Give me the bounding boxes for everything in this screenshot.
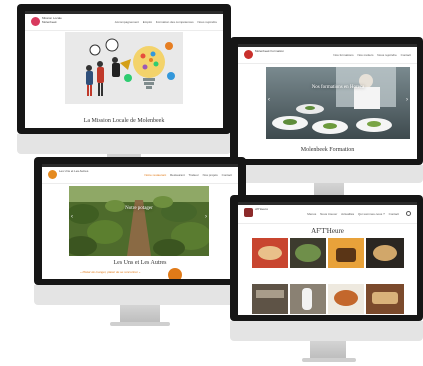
site-logo-text: Af't'Heure	[255, 207, 268, 211]
slider-next-icon[interactable]: ›	[406, 97, 408, 103]
menu-item[interactable]: Restaurant	[170, 173, 185, 177]
hero-illustration	[65, 32, 183, 104]
site-header: Af't'Heure Menus Nous trouver Actualités…	[238, 205, 417, 224]
hero-caption: Les Uns et Les Autres	[113, 260, 167, 266]
hero-slider: Notre potager ‹ ›	[69, 186, 209, 256]
menu-item[interactable]: Nous rejoindre	[377, 53, 397, 57]
menu-item[interactable]: Contact	[222, 173, 232, 177]
menu-item[interactable]: Nous trouver	[320, 212, 337, 216]
decorative-orange-circle-icon	[168, 268, 182, 279]
site-header: Molenbeek Formation Nos formations Nos m…	[238, 47, 417, 64]
slider-prev-icon[interactable]: ‹	[268, 97, 270, 103]
site-header: Mission Locale Molenbeek Accompagnement …	[25, 14, 223, 31]
monitor-chin	[230, 165, 423, 183]
menu-item[interactable]: Contact	[389, 212, 399, 216]
gallery-photo[interactable]	[290, 238, 326, 268]
site-logo-icon[interactable]	[244, 50, 253, 59]
menu-item[interactable]: Contact	[401, 53, 411, 57]
monitor-stand-foot	[110, 322, 170, 326]
menu-item[interactable]: Nos projets	[203, 173, 218, 177]
site-logo-text: Mission Locale Molenbeek	[42, 16, 62, 24]
vegetable-garden-photo	[69, 186, 209, 256]
menu-item[interactable]: Formation des compétences	[156, 20, 194, 24]
gallery-photo[interactable]	[328, 284, 364, 314]
menu-item[interactable]: Nos formations	[333, 53, 353, 57]
chef-plating-photo	[266, 67, 410, 139]
website-screen: Molenbeek Formation Nos formations Nos m…	[238, 44, 417, 159]
slider-next-icon[interactable]: ›	[205, 214, 207, 220]
hero-caption: Molenbeek Formation	[300, 147, 355, 153]
main-menu: Nos formations Nos métiers Nous rejoindr…	[330, 53, 411, 57]
page-title: AF'T'Heure	[311, 227, 344, 235]
monitor-chin	[17, 134, 231, 154]
main-menu: Menus Nous trouver Actualités Qui sommes…	[304, 212, 399, 216]
site-logo-text: Les Uns et Les Autres	[59, 169, 89, 173]
search-icon[interactable]	[406, 211, 411, 216]
monitor-chin	[230, 321, 423, 341]
site-logo-icon[interactable]	[48, 170, 57, 179]
hero-title: Notre potager	[125, 206, 153, 211]
gallery-photo[interactable]	[366, 284, 404, 314]
tagline: « Plaisir de manger, plaisir de se renco…	[80, 270, 141, 274]
monitor-chin	[34, 285, 246, 305]
gallery-photo[interactable]	[366, 238, 404, 268]
hero-slider: Nos formations en Horeca ‹ ›	[266, 67, 410, 139]
website-screen: Af't'Heure Menus Nous trouver Actualités…	[238, 202, 417, 315]
monitor-stand	[310, 341, 346, 359]
menu-item[interactable]: Emploi	[143, 20, 152, 24]
food-gallery	[252, 238, 404, 314]
main-menu: Notre restaurant Restaurant Traiteur Nos…	[141, 173, 232, 177]
gallery-photo[interactable]	[252, 284, 288, 314]
menu-item[interactable]: Nos métiers	[357, 53, 373, 57]
monitor-mission-locale: Mission Locale Molenbeek Accompagnement …	[17, 4, 231, 180]
slider-prev-icon[interactable]: ‹	[71, 214, 73, 220]
site-logo-text: Molenbeek Formation	[255, 49, 285, 53]
menu-item[interactable]: Nous rejoindre	[197, 20, 217, 24]
gallery-photo[interactable]	[252, 238, 288, 268]
monitor-stand-foot	[302, 358, 356, 362]
hero-caption: La Mission Locale de Molenbeek	[83, 118, 165, 124]
monitor-afteheure: Af't'Heure Menus Nous trouver Actualités…	[230, 195, 423, 366]
menu-item[interactable]: Qui sommes-nous ?	[358, 212, 385, 216]
menu-item-active[interactable]: Notre restaurant	[144, 173, 166, 177]
site-logo-icon[interactable]	[244, 208, 253, 217]
main-menu: Accompagnement Emploi Formation des comp…	[112, 20, 217, 24]
hero-title: Nos formations en Horeca	[311, 85, 365, 90]
site-header: Les Uns et Les Autres Notre restaurant R…	[42, 167, 238, 184]
menu-item[interactable]: Traiteur	[189, 173, 199, 177]
website-screen: Mission Locale Molenbeek Accompagnement …	[25, 11, 223, 128]
gallery-photo[interactable]	[328, 238, 364, 268]
monitor-stand	[120, 305, 160, 323]
website-screen: Les Uns et Les Autres Notre restaurant R…	[42, 164, 238, 279]
menu-item[interactable]: Accompagnement	[115, 20, 139, 24]
site-logo-icon[interactable]	[31, 17, 40, 26]
monitor-molenbeek-formation: Molenbeek Formation Nos formations Nos m…	[230, 37, 423, 207]
menu-item[interactable]: Menus	[307, 212, 316, 216]
people-lightbulb-illustration	[65, 32, 183, 104]
monitor-les-uns-et-les-autres: Les Uns et Les Autres Notre restaurant R…	[34, 157, 246, 329]
gallery-photo[interactable]	[290, 284, 326, 314]
menu-item[interactable]: Actualités	[341, 212, 354, 216]
